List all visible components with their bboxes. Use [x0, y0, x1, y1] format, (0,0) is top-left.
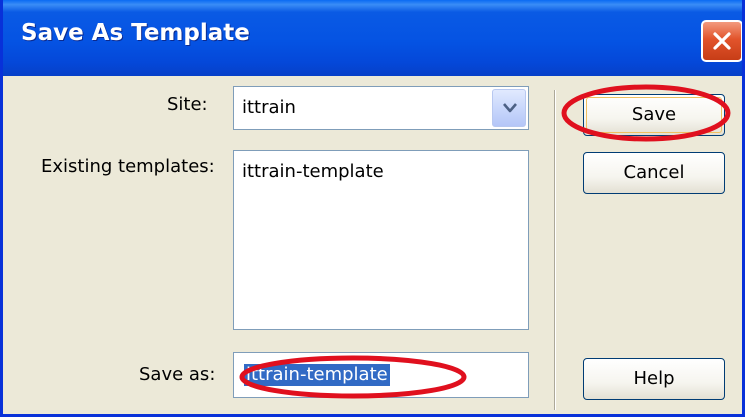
save-button[interactable]: Save [583, 94, 725, 136]
save-as-label: Save as: [139, 364, 216, 385]
site-select[interactable]: ittrain [233, 86, 529, 130]
save-as-template-dialog: Save As Template Site: ittrain Existing … [0, 0, 745, 417]
site-label: Site: [167, 94, 208, 115]
help-button[interactable]: Help [583, 358, 725, 400]
save-as-field[interactable]: ittrain-template [233, 352, 529, 398]
existing-templates-label: Existing templates: [41, 156, 215, 177]
site-select-value: ittrain [242, 97, 296, 118]
dialog-title: Save As Template [21, 20, 250, 46]
cancel-button[interactable]: Cancel [583, 152, 725, 194]
site-dropdown-button[interactable] [492, 89, 526, 127]
close-button[interactable] [701, 20, 742, 62]
list-item[interactable]: ittrain-template [242, 161, 384, 182]
title-bar[interactable]: Save As Template [3, 0, 742, 76]
chevron-down-icon [503, 103, 517, 113]
vertical-divider [554, 90, 556, 410]
save-as-value: ittrain-template [244, 364, 390, 386]
close-icon [713, 32, 731, 50]
existing-templates-list[interactable]: ittrain-template [233, 150, 529, 330]
